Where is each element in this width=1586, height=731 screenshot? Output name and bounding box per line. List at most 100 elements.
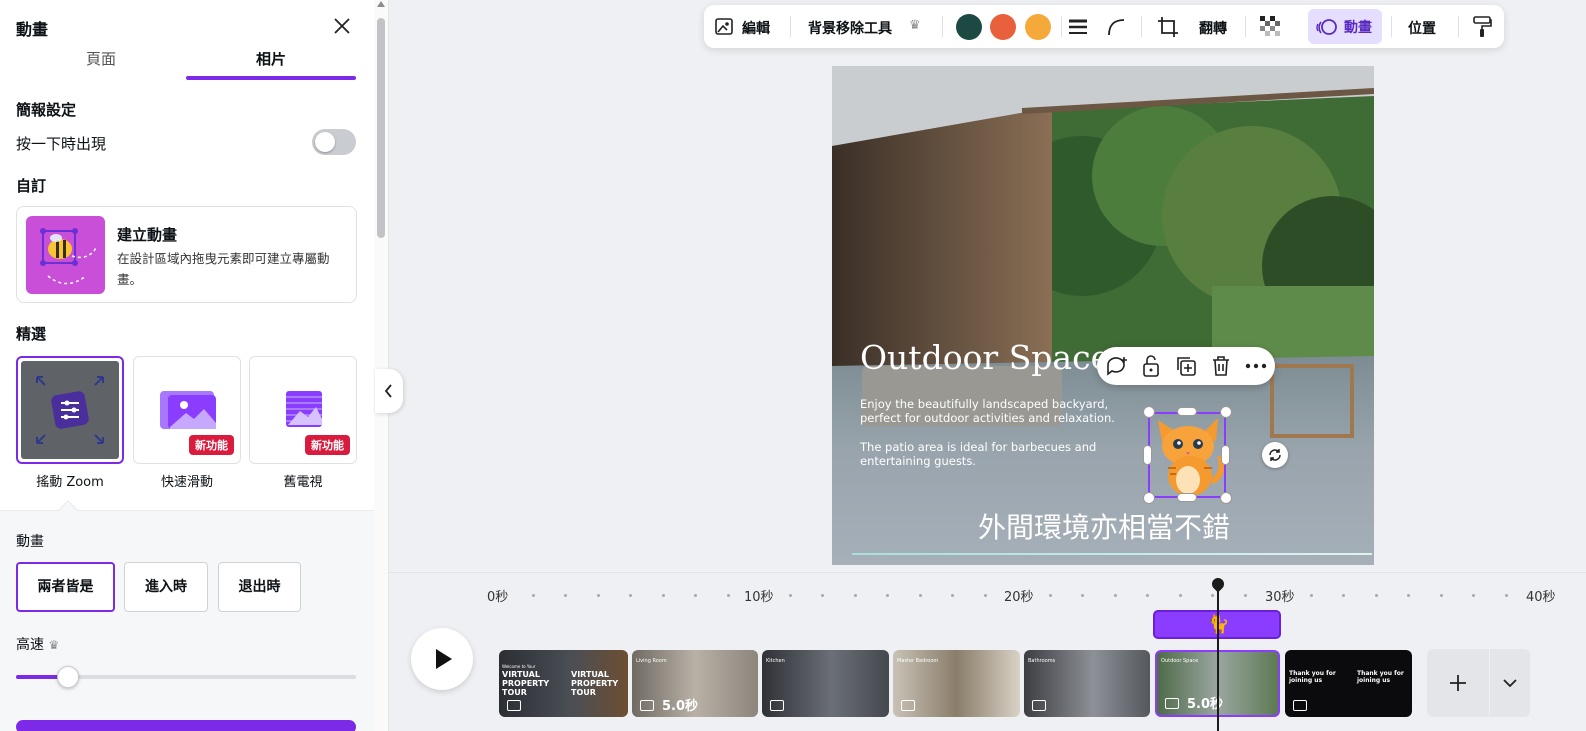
clip-5[interactable]: Bathrooms: [1024, 650, 1150, 717]
speed-slider-thumb[interactable]: [57, 666, 79, 688]
video-icon: [507, 700, 521, 711]
design-canvas[interactable]: Outdoor Space Enjoy the beautifully land…: [832, 66, 1374, 565]
panel-scrollbar[interactable]: [374, 0, 388, 731]
add-page-button[interactable]: [1427, 649, 1489, 717]
slide-caption[interactable]: 外間環境亦相當不錯: [978, 506, 1230, 546]
clip-3[interactable]: Kitchen: [762, 650, 889, 717]
toolbar-divider: [1061, 16, 1062, 37]
click-to-appear-label: 按一下時出現: [16, 135, 107, 153]
preset-fast-slide[interactable]: 新功能: [133, 356, 241, 464]
corner-rounding-icon[interactable]: [1106, 17, 1126, 37]
apply-button[interactable]: [16, 720, 356, 731]
panel-title: 動畫: [16, 20, 49, 39]
section-custom-title: 自訂: [16, 177, 47, 195]
preset-label: 搖動 Zoom: [36, 475, 104, 490]
timeline-dot: [1504, 594, 1508, 597]
element-action-bar: [1097, 347, 1275, 385]
duplicate-icon[interactable]: [1175, 355, 1197, 377]
timeline-dot: [726, 594, 730, 597]
clip-2[interactable]: Living Room 5.0秒: [632, 650, 758, 717]
color-swatch-1[interactable]: [956, 14, 982, 40]
position-button[interactable]: 位置: [1408, 18, 1436, 38]
preset-zoom-thumbnail: [21, 361, 119, 459]
resize-handle[interactable]: [1177, 493, 1197, 502]
add-comment-icon[interactable]: [1105, 355, 1129, 377]
color-swatch-3[interactable]: [1025, 14, 1051, 40]
unlock-icon[interactable]: [1141, 354, 1161, 378]
play-icon: [436, 649, 452, 669]
border-weight-icon[interactable]: [1068, 17, 1088, 37]
create-animation-card[interactable]: 建立動畫 在設計區域內拖曳元素即可建立專屬動畫。: [16, 206, 357, 303]
clip-title: Master Bedroom: [897, 658, 939, 664]
timeline-dot: [821, 594, 824, 597]
play-button[interactable]: [411, 628, 473, 690]
mode-both-button[interactable]: 兩者皆是: [16, 562, 115, 612]
slide-paragraph-2[interactable]: The patio area is ideal for barbecues an…: [860, 440, 1120, 468]
timeline-dot: [1178, 594, 1182, 597]
time-tick: 40秒: [1526, 590, 1556, 605]
mode-exit-button[interactable]: 退出時: [218, 562, 301, 612]
clip-1[interactable]: Welcome to Your VIRTUAL PROPERTY TOUR VI…: [499, 650, 628, 717]
time-tick: 20秒: [1004, 590, 1034, 605]
transparency-icon[interactable]: [1260, 16, 1282, 38]
video-icon: [1165, 698, 1179, 709]
resize-handle[interactable]: [1177, 407, 1197, 416]
clip-4[interactable]: Master Bedroom: [893, 650, 1020, 717]
slide-paragraph-1[interactable]: Enjoy the beautifully landscaped backyar…: [860, 397, 1140, 425]
preset-old-tv[interactable]: 新功能: [249, 356, 357, 464]
more-icon[interactable]: [1245, 359, 1267, 373]
click-to-appear-toggle[interactable]: [312, 129, 356, 155]
video-icon: [770, 700, 784, 711]
playhead[interactable]: [1217, 589, 1219, 731]
video-icon: [901, 700, 915, 711]
resize-handle[interactable]: [1220, 492, 1232, 504]
flip-button[interactable]: 翻轉: [1199, 18, 1227, 38]
timeline-dot: [629, 594, 632, 597]
trash-icon[interactable]: [1211, 355, 1231, 377]
time-tick: 10秒: [744, 590, 774, 605]
timeline-dot: [788, 594, 792, 597]
resize-handle[interactable]: [1220, 406, 1232, 418]
timeline-dot: [1439, 594, 1443, 597]
scroll-up-icon[interactable]: [377, 1, 385, 7]
timeline-options-button[interactable]: [1490, 649, 1530, 717]
timeline-dot: [1407, 594, 1410, 597]
time-tick: 0秒: [487, 590, 509, 605]
speed-label-text: 高速: [16, 637, 44, 653]
clip-title: Kitchen: [766, 658, 785, 664]
mode-enter-button[interactable]: 進入時: [124, 562, 208, 612]
collapse-panel-button[interactable]: [375, 369, 403, 413]
preset-label: 舊電視: [283, 475, 323, 490]
crown-icon: ♛: [909, 18, 921, 33]
resize-handle[interactable]: [1143, 492, 1155, 504]
timeline-dot: [886, 594, 889, 597]
toolbar-divider: [1391, 16, 1392, 37]
resize-handle[interactable]: [1143, 406, 1155, 418]
animate-button[interactable]: 動畫: [1308, 9, 1382, 44]
bg-remove-button[interactable]: 背景移除工具: [808, 18, 892, 38]
resize-handle[interactable]: [1221, 445, 1230, 465]
rotate-icon: [1269, 449, 1281, 461]
paint-roller-icon[interactable]: [1472, 16, 1492, 38]
slide-title[interactable]: Outdoor Space: [860, 338, 1110, 377]
resize-handle[interactable]: [1143, 445, 1152, 465]
color-swatch-2[interactable]: [990, 14, 1016, 40]
crown-icon: ♛: [48, 638, 60, 652]
rotate-button[interactable]: [1262, 442, 1288, 468]
timeline-dot: [661, 594, 665, 597]
crop-icon[interactable]: [1157, 16, 1179, 38]
timeline-dot: [1342, 594, 1345, 597]
timeline-dot: [1472, 594, 1475, 597]
toolbar-divider: [942, 16, 943, 37]
timeline-dot: [1113, 594, 1117, 597]
timeline-dot: [694, 594, 697, 597]
outdoor-patio-photo: [832, 66, 1374, 565]
clip-title: Outdoor Space: [1161, 658, 1199, 664]
clip-title: Thank you for joining us: [1357, 670, 1404, 684]
clip-7[interactable]: Thank you for joining us Thank you for j…: [1285, 650, 1412, 717]
preset-zoom[interactable]: [16, 356, 124, 464]
close-icon[interactable]: [332, 16, 352, 36]
scrollbar-thumb[interactable]: [377, 18, 385, 238]
edit-button[interactable]: 編輯: [742, 18, 770, 38]
toolbar-divider: [1141, 16, 1142, 37]
